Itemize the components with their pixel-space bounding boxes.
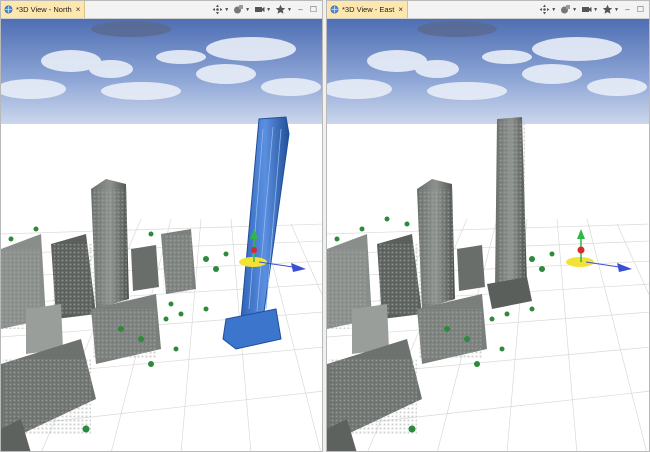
globe-view-icon (330, 5, 339, 14)
chevron-down-icon: ▼ (266, 6, 272, 13)
chevron-down-icon: ▼ (614, 6, 619, 13)
view-pane-east: *3D View - East × ▼ ▼ ▼ ▼ – ☐ (326, 0, 650, 452)
layers-tool-button[interactable]: ▼ (560, 4, 577, 15)
navigate-icon (212, 4, 223, 15)
navigate-tool-button[interactable]: ▼ (212, 4, 229, 15)
minimize-button[interactable]: – (623, 5, 632, 14)
bookmark-star-icon (602, 4, 613, 14)
tab-3d-view-east[interactable]: *3D View - East × (327, 1, 409, 18)
camera-icon (255, 7, 265, 12)
3d-scene-east (327, 19, 649, 451)
chevron-down-icon: ▼ (245, 6, 251, 13)
tab-bar: *3D View - East × ▼ ▼ ▼ ▼ – ☐ (327, 1, 649, 19)
layers-tool-button[interactable]: ▼ (233, 4, 250, 15)
bookmark-tool-button[interactable]: ▼ (275, 4, 292, 15)
tab-title: *3D View - North (16, 5, 72, 14)
tab-title: *3D View - East (342, 5, 395, 14)
view-toolbar: ▼ ▼ ▼ ▼ – ☐ (539, 1, 645, 18)
bookmark-tool-button[interactable]: ▼ (602, 4, 619, 15)
scene-viewport[interactable] (1, 19, 322, 451)
navigate-icon (539, 4, 550, 15)
chevron-down-icon: ▼ (224, 6, 230, 13)
scene-viewport[interactable] (327, 19, 649, 451)
camera-icon (582, 7, 592, 12)
bookmark-star-icon (275, 4, 286, 14)
chevron-down-icon: ▼ (551, 6, 557, 13)
tab-bar: *3D View - North × ▼ ▼ ▼ ▼ – ☐ (1, 1, 322, 19)
chevron-down-icon: ▼ (572, 6, 578, 13)
tab-3d-view-north[interactable]: *3D View - North × (1, 1, 86, 18)
chevron-down-icon: ▼ (593, 6, 599, 13)
chevron-down-icon: ▼ (287, 6, 292, 13)
layers-icon (234, 5, 244, 14)
layers-icon (561, 5, 571, 14)
minimize-button[interactable]: – (296, 5, 305, 14)
3d-scene-north (1, 19, 322, 451)
view-toolbar: ▼ ▼ ▼ ▼ – ☐ (212, 1, 318, 18)
view-pane-north: *3D View - North × ▼ ▼ ▼ ▼ – ☐ (0, 0, 323, 452)
navigate-tool-button[interactable]: ▼ (539, 4, 556, 15)
maximize-button[interactable]: ☐ (309, 5, 318, 14)
close-icon[interactable]: × (398, 5, 403, 14)
globe-view-icon (4, 5, 13, 14)
camera-tool-button[interactable]: ▼ (254, 4, 271, 15)
camera-tool-button[interactable]: ▼ (581, 4, 598, 15)
close-icon[interactable]: × (76, 5, 81, 14)
maximize-button[interactable]: ☐ (636, 5, 645, 14)
